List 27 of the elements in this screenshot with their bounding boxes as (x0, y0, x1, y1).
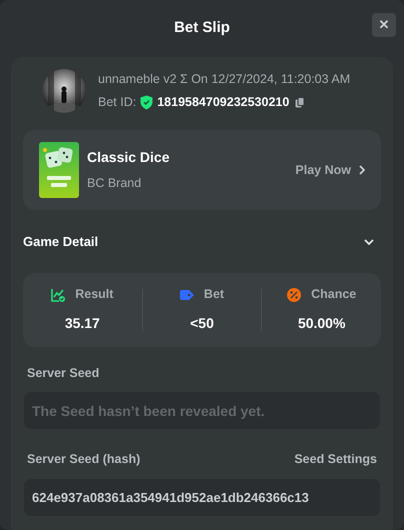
chevron-right-icon (359, 165, 365, 175)
field-label: Server Seed (27, 364, 100, 382)
stat-value: <50 (190, 314, 214, 333)
shield-check-icon (140, 94, 154, 110)
copy-icon[interactable] (295, 96, 306, 108)
bet-id: 1819584709232530210 (157, 94, 290, 111)
stat-label: Chance (311, 286, 356, 304)
seed-settings-link[interactable]: Seed Settings (294, 450, 377, 469)
tag-icon (180, 288, 194, 300)
bet-id-label: Bet ID: (98, 94, 136, 111)
section-title: Game Detail (23, 233, 98, 251)
game-title: Classic Dice (87, 148, 170, 168)
close-button[interactable]: ✕ (372, 13, 396, 37)
field-label: Server Seed (hash) (27, 451, 140, 468)
bet-info-text: unnameble v2 Σ On 12/27/2024, 11:20:03 AM (98, 71, 350, 88)
play-now-link[interactable]: Play Now (295, 160, 365, 180)
input-field[interactable]: The Seed hasn’t been revealed yet. (23, 391, 381, 430)
chevron-down-icon[interactable] (364, 238, 374, 245)
game-provider: BC Brand (87, 175, 142, 192)
hash-field[interactable]: 624e937a08361a354941d952ae1db246366c13 (23, 478, 381, 517)
stat-value: 35.17 (64, 314, 100, 333)
stat-value: 50.00% (298, 314, 346, 333)
stat-label: Result (75, 286, 114, 304)
window-title: Bet Slip (174, 18, 230, 38)
stat-label: Bet (204, 286, 224, 304)
chart-check-icon (51, 288, 66, 302)
percent-icon (287, 288, 302, 302)
